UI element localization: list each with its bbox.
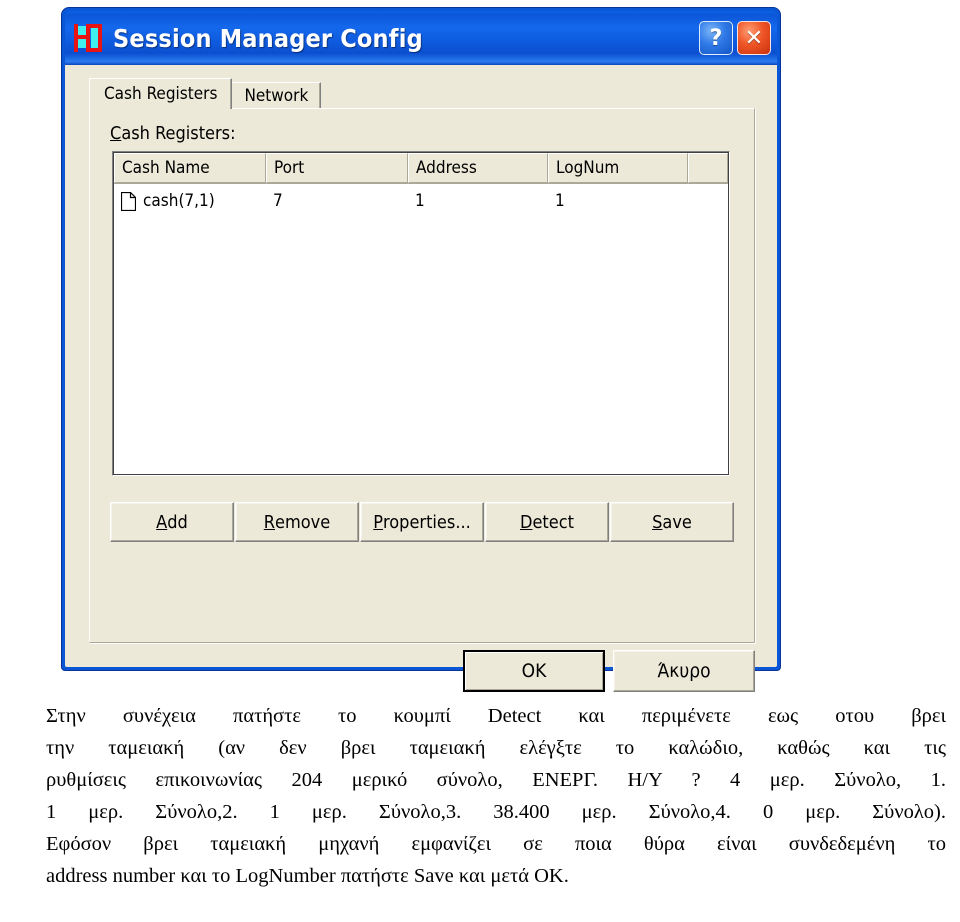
tabstrip: Cash Registers Network <box>89 78 322 109</box>
app-logo-icon <box>73 23 103 53</box>
properties-button[interactable]: Properties... <box>360 502 484 542</box>
remove-button-label: emove <box>275 511 331 533</box>
caption-line-6: address number και το LogNumber πατήστε … <box>46 865 569 887</box>
detect-button-accesskey: D <box>519 511 533 533</box>
properties-button-accesskey: P <box>373 511 383 533</box>
tab-network[interactable]: Network <box>231 82 322 109</box>
cell-cash-name-text: cash(7,1) <box>143 191 215 211</box>
instruction-paragraph: Στην συνέχεια πατήστε το κουμπί Detect κ… <box>46 700 946 892</box>
caption-line-5: Εφόσον βρει ταμειακή μηχανή εμφανίζει σε… <box>46 833 946 855</box>
column-header-spacer[interactable] <box>688 153 728 183</box>
column-header-cash-name[interactable]: Cash Name <box>114 153 266 183</box>
dialog-client-area: Cash Registers Network Cash Registers: C… <box>65 65 777 692</box>
session-manager-config-dialog: Session Manager Config ? ✕ Cash Register… <box>62 8 780 692</box>
listview-body: cash(7,1) 7 1 1 <box>114 184 728 218</box>
titlebar[interactable]: Session Manager Config ? ✕ <box>65 11 777 65</box>
properties-button-label: roperties... <box>383 511 471 533</box>
tab-cash-registers[interactable]: Cash Registers <box>89 78 233 109</box>
add-button-accesskey: A <box>156 511 168 533</box>
cash-registers-label-rest: ash Registers: <box>121 123 236 144</box>
listview-header-row: Cash Name Port Address LogNum <box>114 153 728 184</box>
tab-page-cash-registers: Cash Registers: Cash Name Port Address L… <box>89 108 755 643</box>
column-header-address[interactable]: Address <box>408 153 548 183</box>
cancel-button[interactable]: Άκυρο <box>613 650 755 692</box>
remove-button-accesskey: R <box>263 511 276 533</box>
caption-line-2: την ταμειακή (αν δεν βρει ταμειακή ελέγξ… <box>46 737 946 759</box>
detect-button[interactable]: Detect <box>485 502 609 542</box>
document-icon <box>120 191 137 211</box>
table-row[interactable]: cash(7,1) 7 1 1 <box>114 184 728 218</box>
cell-cash-name: cash(7,1) <box>114 191 266 211</box>
detect-button-label: etect <box>532 511 574 533</box>
add-button[interactable]: Add <box>110 502 234 542</box>
caption-line-3: ρυθμίσεις επικοινωνίας 204 μερικό σύνολο… <box>46 769 946 791</box>
column-header-lognum[interactable]: LogNum <box>548 153 688 183</box>
caption-line-4: 1 μερ. Σύνολο,2. 1 μερ. Σύνολο,3. 38.400… <box>46 801 946 823</box>
save-button[interactable]: Save <box>610 502 734 542</box>
caption-line-1: Στην συνέχεια πατήστε το κουμπί Detect κ… <box>46 705 946 727</box>
help-button[interactable]: ? <box>699 21 733 55</box>
close-button[interactable]: ✕ <box>737 21 771 55</box>
window-title: Session Manager Config <box>113 23 423 53</box>
cell-port: 7 <box>273 191 283 211</box>
cell-address: 1 <box>415 191 425 211</box>
cash-registers-listview[interactable]: Cash Name Port Address LogNum cash(7,1) … <box>112 151 730 476</box>
save-button-label: ave <box>662 511 692 533</box>
add-button-label: dd <box>167 511 188 533</box>
cell-lognum: 1 <box>555 191 565 211</box>
remove-button[interactable]: Remove <box>235 502 359 542</box>
save-button-accesskey: S <box>652 511 663 533</box>
cash-registers-label-accesskey: C <box>110 123 122 144</box>
command-button-row: Add Remove Properties... Detect Save <box>110 502 734 542</box>
cash-registers-label: Cash Registers: <box>110 123 236 144</box>
ok-button[interactable]: OK <box>463 650 605 692</box>
column-header-port[interactable]: Port <box>266 153 408 183</box>
